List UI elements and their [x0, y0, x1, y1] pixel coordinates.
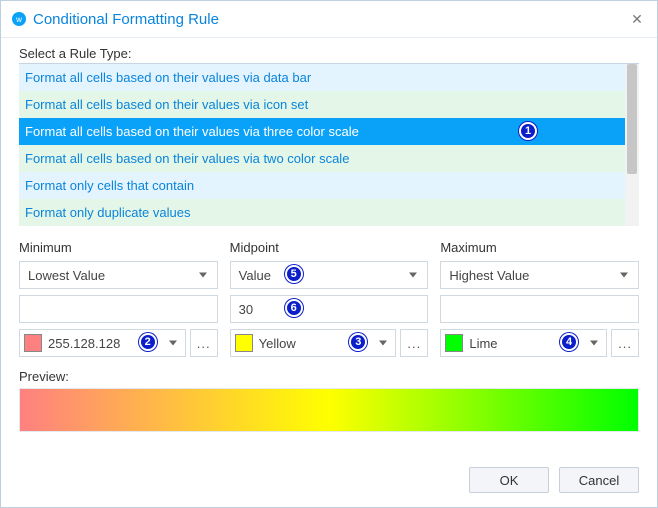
minimum-column: Minimum Lowest Value 255.128.128 2 ...: [19, 240, 218, 357]
scrollbar-thumb[interactable]: [627, 64, 637, 174]
preview-label: Preview:: [19, 369, 639, 384]
minimum-type-value: Lowest Value: [28, 268, 105, 283]
maximum-color-name: Lime: [469, 336, 497, 351]
rule-list-area: Format all cells based on their values v…: [19, 63, 639, 226]
rule-item[interactable]: Format only duplicate values: [19, 199, 625, 226]
midpoint-color-select[interactable]: Yellow 3: [230, 329, 397, 357]
minimum-type-select[interactable]: Lowest Value: [19, 261, 218, 289]
maximum-column: Maximum Highest Value Lime 4 ...: [440, 240, 639, 357]
cancel-button[interactable]: Cancel: [559, 467, 639, 493]
dialog-title: Conditional Formatting Rule: [33, 11, 219, 28]
maximum-type-value: Highest Value: [449, 268, 529, 283]
maximum-value-input[interactable]: [440, 295, 639, 323]
app-logo-icon: w: [11, 11, 27, 27]
rule-item[interactable]: Format only cells that contain: [19, 172, 625, 199]
rule-list-scrollbar[interactable]: [625, 63, 639, 226]
minimum-label: Minimum: [19, 240, 218, 255]
ok-button[interactable]: OK: [469, 467, 549, 493]
midpoint-color-swatch: [235, 334, 253, 352]
minimum-value-input[interactable]: [19, 295, 218, 323]
rule-list[interactable]: Format all cells based on their values v…: [19, 63, 625, 226]
callout-4: 4: [560, 333, 578, 351]
svg-text:w: w: [15, 15, 22, 24]
rule-item[interactable]: Format all cells based on their values v…: [19, 145, 625, 172]
callout-3: 3: [349, 333, 367, 351]
dialog: w Conditional Formatting Rule ✕ Select a…: [0, 0, 658, 508]
midpoint-color-name: Yellow: [259, 336, 296, 351]
callout-6: 6: [285, 299, 303, 317]
maximum-type-select[interactable]: Highest Value: [440, 261, 639, 289]
midpoint-label: Midpoint: [230, 240, 429, 255]
rule-item[interactable]: Format all cells based on their values v…: [19, 91, 625, 118]
maximum-label: Maximum: [440, 240, 639, 255]
midpoint-column: Midpoint Value 5 30 6 Yellow 3 ...: [230, 240, 429, 357]
midpoint-value-text: 30: [239, 302, 253, 317]
maximum-color-more-button[interactable]: ...: [611, 329, 639, 357]
callout-1: 1: [519, 122, 537, 140]
rule-item-label: Format all cells based on their values v…: [25, 124, 359, 139]
rule-item[interactable]: Format all cells based on their values v…: [19, 64, 625, 91]
midpoint-type-select[interactable]: Value 5: [230, 261, 429, 289]
minimum-color-name: 255.128.128: [48, 336, 120, 351]
rule-type-label: Select a Rule Type:: [19, 46, 639, 61]
close-button[interactable]: ✕: [627, 9, 647, 29]
maximum-color-swatch: [445, 334, 463, 352]
callout-5: 5: [285, 265, 303, 283]
midpoint-value-input[interactable]: 30 6: [230, 295, 429, 323]
titlebar: w Conditional Formatting Rule ✕: [1, 1, 657, 38]
maximum-color-select[interactable]: Lime 4: [440, 329, 607, 357]
midpoint-type-value: Value: [239, 268, 271, 283]
minimum-color-swatch: [24, 334, 42, 352]
minimum-color-more-button[interactable]: ...: [190, 329, 218, 357]
midpoint-color-more-button[interactable]: ...: [400, 329, 428, 357]
callout-2: 2: [139, 333, 157, 351]
rule-item-selected[interactable]: Format all cells based on their values v…: [19, 118, 625, 145]
minimum-color-select[interactable]: 255.128.128 2: [19, 329, 186, 357]
preview-gradient: [19, 388, 639, 432]
